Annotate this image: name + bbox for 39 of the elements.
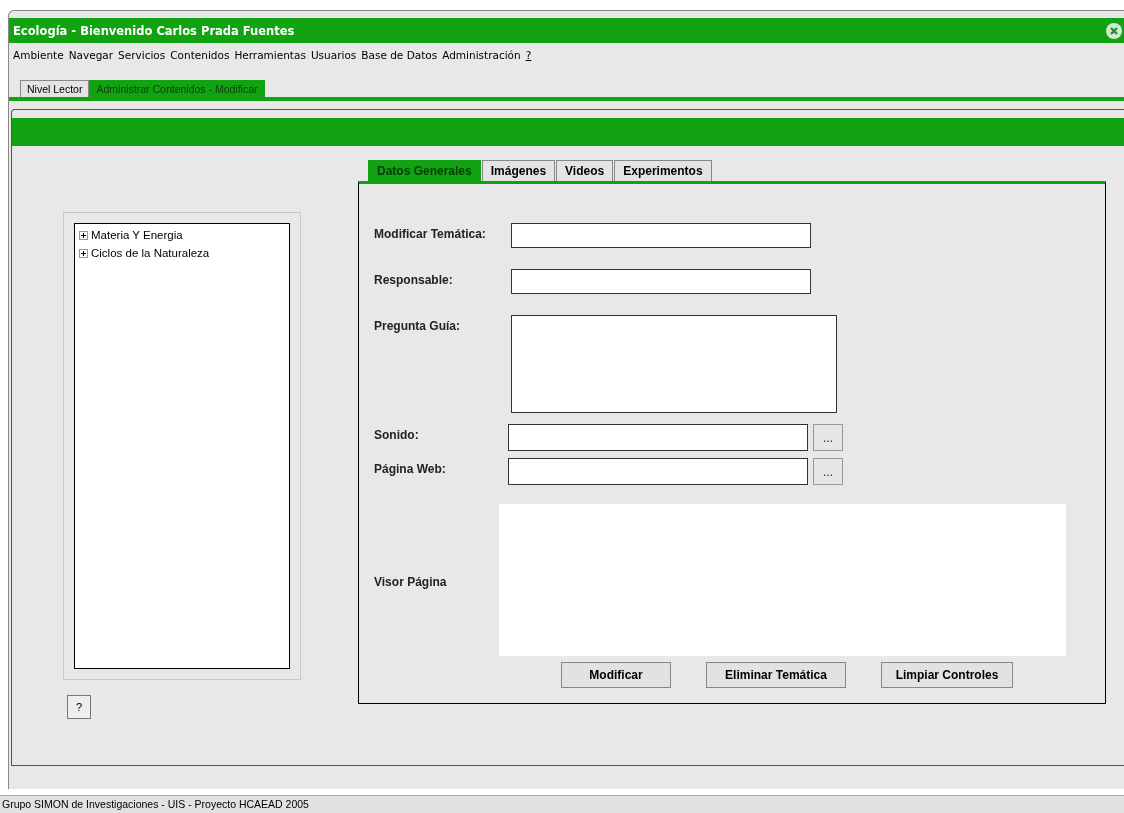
tree-item[interactable]: Ciclos de la Naturaleza xyxy=(91,247,210,259)
field-label: Pregunta Guía: xyxy=(373,318,461,333)
close-icon[interactable] xyxy=(1106,22,1122,39)
help-button[interactable]: ? xyxy=(67,695,91,719)
tab[interactable]: Datos Generales xyxy=(368,160,481,181)
menu-item[interactable]: Ambiente xyxy=(13,49,64,69)
tab[interactable]: Videos xyxy=(556,160,614,181)
tab[interactable]: Experimentos xyxy=(614,160,712,181)
menu-item[interactable]: ? xyxy=(525,49,532,69)
browse-button[interactable]: ... xyxy=(813,424,843,451)
field-label: Modificar Temática: xyxy=(373,226,487,241)
tab[interactable]: Imágenes xyxy=(481,160,556,181)
field-label: Sonido: xyxy=(373,427,420,442)
action-button[interactable]: Eliminar Temática xyxy=(706,662,846,688)
menu-item[interactable]: Usuarios xyxy=(310,49,357,69)
expand-icon[interactable] xyxy=(79,230,88,240)
text-area[interactable] xyxy=(511,315,837,413)
menu-item[interactable]: Contenidos xyxy=(170,49,230,69)
action-button[interactable]: Limpiar Controles xyxy=(881,662,1013,688)
input-field[interactable] xyxy=(508,424,808,451)
input-field[interactable] xyxy=(511,223,811,248)
window-title: Ecología - Bienvenido Carlos Prada Fuentes xyxy=(13,23,295,38)
tree-item[interactable]: Materia Y Energia xyxy=(91,229,183,241)
menu-item[interactable]: Herramientas xyxy=(234,49,306,69)
browse-button[interactable]: ... xyxy=(813,458,843,485)
tab[interactable]: Administrar Contenidos - Modificar xyxy=(89,80,265,97)
input-field[interactable] xyxy=(508,458,808,485)
field-label: Página Web: xyxy=(373,461,447,476)
menu-item[interactable]: Base de Datos xyxy=(361,49,438,69)
action-button[interactable]: Modificar xyxy=(561,662,671,688)
expand-icon[interactable] xyxy=(79,248,88,258)
menu-item[interactable]: Servicios xyxy=(118,49,166,69)
input-field[interactable] xyxy=(511,269,811,294)
menu-item[interactable]: Navegar xyxy=(68,49,114,69)
field-label: Responsable: xyxy=(373,272,454,287)
menu-item[interactable]: Administración xyxy=(442,49,521,69)
status-bar: Grupo SIMON de Investigaciones - UIS - Proyecto HCAEAD 2005 xyxy=(0,795,1124,813)
field-label: Visor Página xyxy=(373,574,448,589)
tab[interactable]: Nivel Lector xyxy=(20,80,90,97)
